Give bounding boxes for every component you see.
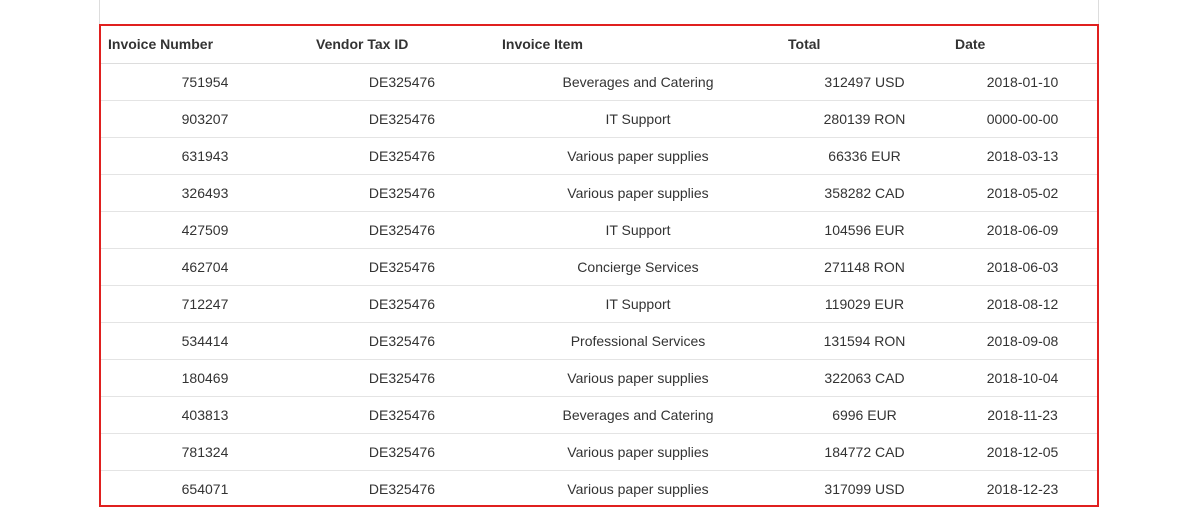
invoice-number-cell: 462704 [101, 248, 309, 286]
table-row[interactable]: 403813 DE325476 Beverages and Catering 6996… [101, 396, 1097, 434]
header-vendor-tax-id[interactable]: Vendor Tax ID [309, 26, 495, 64]
total-cell: 66336 EUR [781, 137, 948, 175]
total-cell: 6996 EUR [781, 396, 948, 434]
invoice-item-cell: Various paper supplies [495, 359, 781, 397]
table-header-row: Invoice Number Vendor Tax ID Invoice Ite… [101, 26, 1097, 64]
header-invoice-number[interactable]: Invoice Number [101, 26, 309, 64]
vendor-tax-id-cell: DE325476 [309, 63, 495, 101]
invoice-item-cell: Beverages and Catering [495, 63, 781, 101]
page: Invoice Number Vendor Tax ID Invoice Ite… [0, 0, 1198, 531]
total-cell: 184772 CAD [781, 433, 948, 471]
vendor-tax-id-cell: DE325476 [309, 100, 495, 138]
table-row[interactable]: 631943 DE325476 Various paper supplies 6633… [101, 137, 1097, 175]
vendor-tax-id-cell: DE325476 [309, 285, 495, 323]
total-cell: 358282 CAD [781, 174, 948, 212]
invoice-item-cell: Various paper supplies [495, 433, 781, 471]
invoice-item-cell: IT Support [495, 211, 781, 249]
table-row[interactable]: 781324 DE325476 Various paper supplies 1847… [101, 433, 1097, 471]
table-row[interactable]: 654071 DE325476 Various paper supplies 3170… [101, 470, 1097, 505]
invoice-item-cell: Various paper supplies [495, 174, 781, 212]
vendor-tax-id-cell: DE325476 [309, 396, 495, 434]
invoice-number-cell: 427509 [101, 211, 309, 249]
total-cell: 131594 RON [781, 322, 948, 360]
date-cell: 2018-12-05 [948, 433, 1097, 471]
date-cell: 0000-00-00 [948, 100, 1097, 138]
date-cell: 2018-11-23 [948, 396, 1097, 434]
header-date[interactable]: Date [948, 26, 1097, 64]
date-cell: 2018-12-23 [986, 480, 1059, 497]
invoice-item-cell: Beverages and Catering [495, 396, 781, 434]
vendor-tax-id-cell: DE325476 [368, 480, 436, 497]
panel-border-right [1098, 0, 1099, 25]
invoice-number-cell: 180469 [101, 359, 309, 397]
vendor-tax-id-cell: DE325476 [309, 322, 495, 360]
vendor-tax-id-cell: DE325476 [309, 211, 495, 249]
table-row[interactable]: 180469 DE325476 Various paper supplies 3220… [101, 359, 1097, 397]
invoice-number-cell: 781324 [101, 433, 309, 471]
date-cell: 2018-10-04 [948, 359, 1097, 397]
invoice-number-cell: 403813 [101, 396, 309, 434]
header-invoice-item[interactable]: Invoice Item [495, 26, 781, 64]
total-cell: 312497 USD [781, 63, 948, 101]
highlighted-table-frame: Invoice Number Vendor Tax ID Invoice Ite… [99, 24, 1099, 507]
date-cell: 2018-06-09 [948, 211, 1097, 249]
date-cell: 2018-06-03 [948, 248, 1097, 286]
table-row[interactable]: 712247 DE325476 IT Support 119029 EUR 2018-0… [101, 285, 1097, 323]
table-row[interactable]: 534414 DE325476 Professional Services 13159… [101, 322, 1097, 360]
date-cell: 2018-09-08 [948, 322, 1097, 360]
panel-border-left [99, 0, 100, 25]
date-cell: 2018-05-02 [948, 174, 1097, 212]
date-cell: 2018-01-10 [948, 63, 1097, 101]
invoice-number-cell: 903207 [101, 100, 309, 138]
invoice-item-cell: IT Support [495, 285, 781, 323]
header-total[interactable]: Total [781, 26, 948, 64]
total-cell: 271148 RON [781, 248, 948, 286]
invoice-number-cell: 712247 [101, 285, 309, 323]
vendor-tax-id-cell: DE325476 [309, 433, 495, 471]
table-row[interactable]: 903207 DE325476 IT Support 280139 RON 0000-0… [101, 100, 1097, 138]
table-row[interactable]: 462704 DE325476 Concierge Services 271148 R… [101, 248, 1097, 286]
table-row[interactable]: 326493 DE325476 Various paper supplies 3582… [101, 174, 1097, 212]
invoice-number-cell: 751954 [101, 63, 309, 101]
invoice-item-cell: Professional Services [495, 322, 781, 360]
date-cell: 2018-08-12 [948, 285, 1097, 323]
table-row[interactable]: 751954 DE325476 Beverages and Catering 3124… [101, 63, 1097, 101]
vendor-tax-id-cell: DE325476 [309, 248, 495, 286]
total-cell: 322063 CAD [781, 359, 948, 397]
invoice-item-cell: Concierge Services [495, 248, 781, 286]
total-cell: 280139 RON [781, 100, 948, 138]
table-row[interactable]: 427509 DE325476 IT Support 104596 EUR 2018-0… [101, 211, 1097, 249]
invoice-number-cell: 654071 [181, 480, 229, 497]
total-cell: 119029 EUR [781, 285, 948, 323]
vendor-tax-id-cell: DE325476 [309, 174, 495, 212]
invoice-item-cell: Various paper supplies [567, 480, 709, 497]
invoice-number-cell: 534414 [101, 322, 309, 360]
vendor-tax-id-cell: DE325476 [309, 137, 495, 175]
vendor-tax-id-cell: DE325476 [309, 359, 495, 397]
invoice-number-cell: 326493 [101, 174, 309, 212]
invoice-item-cell: IT Support [495, 100, 781, 138]
date-cell: 2018-03-13 [948, 137, 1097, 175]
invoice-table: Invoice Number Vendor Tax ID Invoice Ite… [101, 26, 1097, 505]
invoice-item-cell: Various paper supplies [495, 137, 781, 175]
total-cell: 317099 USD [824, 480, 905, 497]
total-cell: 104596 EUR [781, 211, 948, 249]
table-body: 751954 DE325476 Beverages and Catering 3124… [101, 63, 1097, 505]
invoice-number-cell: 631943 [101, 137, 309, 175]
